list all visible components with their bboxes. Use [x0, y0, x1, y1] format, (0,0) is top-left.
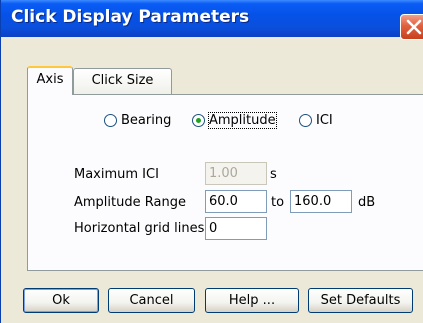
- close-icon: [406, 19, 422, 35]
- tab-axis[interactable]: Axis: [27, 66, 73, 95]
- tab-click-size-label: Click Size: [91, 73, 154, 88]
- grid-lines-field[interactable]: 0: [205, 217, 267, 240]
- help-button-label: Help ...: [228, 293, 276, 308]
- radio-amplitude[interactable]: Amplitude: [192, 112, 277, 130]
- help-button[interactable]: Help ...: [205, 288, 299, 313]
- radio-selected-dot: [196, 117, 201, 123]
- amplitude-range-unit: dB: [358, 195, 376, 210]
- title-bar[interactable]: Click Display Parameters: [1, 0, 423, 37]
- max-ici-field: 1.00: [205, 162, 267, 185]
- max-ici-label: Maximum ICI: [74, 167, 159, 182]
- amplitude-min-field[interactable]: 60.0: [205, 190, 267, 213]
- tab-axis-label: Axis: [36, 72, 64, 87]
- grid-lines-label: Horizontal grid lines: [74, 221, 205, 236]
- radio-ici-label: ICI: [316, 113, 333, 128]
- cancel-button[interactable]: Cancel: [108, 288, 195, 313]
- amplitude-range-separator: to: [271, 195, 285, 210]
- radio-ici[interactable]: ICI: [299, 112, 333, 130]
- radio-ici-indicator[interactable]: [299, 113, 312, 127]
- amplitude-max-field[interactable]: 160.0: [290, 190, 352, 213]
- dialog-window: Click Display Parameters Axis Click Size…: [0, 0, 423, 323]
- set-defaults-button[interactable]: Set Defaults: [308, 288, 413, 313]
- ok-button[interactable]: Ok: [23, 288, 99, 313]
- ok-button-label: Ok: [52, 293, 70, 308]
- radio-amplitude-label: Amplitude: [208, 112, 277, 129]
- radio-bearing-label: Bearing: [121, 113, 172, 128]
- close-button[interactable]: [400, 14, 423, 40]
- set-defaults-button-label: Set Defaults: [320, 293, 401, 308]
- window-title: Click Display Parameters: [11, 7, 250, 27]
- radio-bearing-indicator[interactable]: [104, 113, 117, 127]
- amplitude-range-label: Amplitude Range: [74, 195, 186, 210]
- tab-click-size[interactable]: Click Size: [73, 68, 172, 94]
- radio-bearing[interactable]: Bearing: [104, 112, 171, 130]
- cancel-button-label: Cancel: [129, 293, 174, 308]
- radio-amplitude-indicator[interactable]: [192, 113, 205, 127]
- max-ici-unit: s: [270, 167, 277, 182]
